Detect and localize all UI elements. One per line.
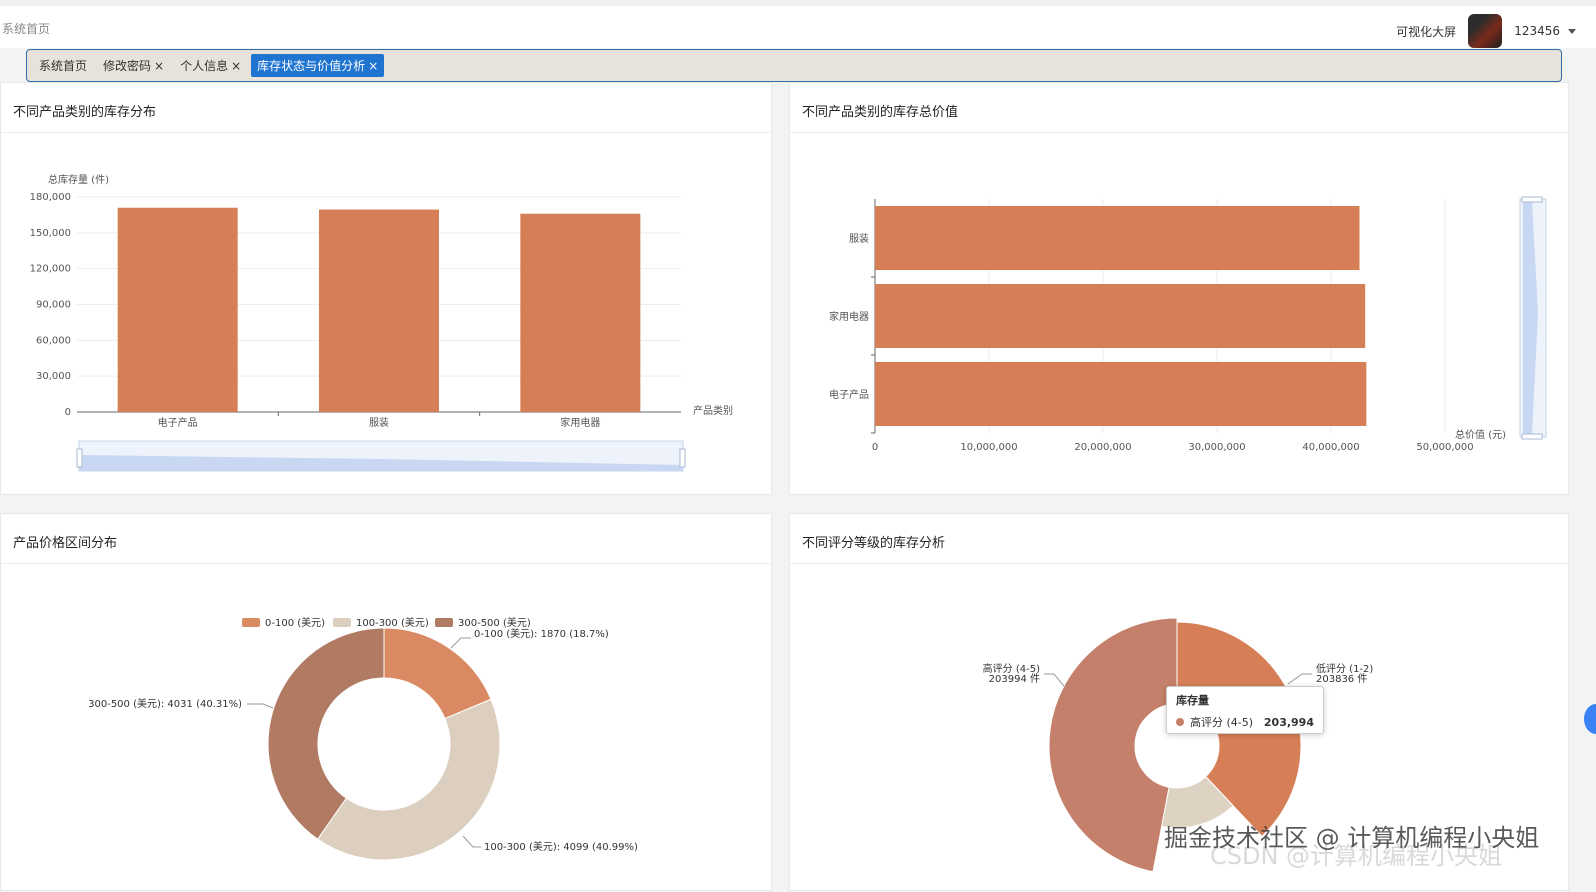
bar — [875, 206, 1360, 270]
y-tick-label: 30,000 — [36, 371, 71, 382]
legend-label: 0-100 (美元) — [265, 616, 325, 629]
slice-value: 203836 件 — [1316, 673, 1367, 685]
x-tick-label: 50,000,000 — [1416, 442, 1473, 453]
y-tick-label: 120,000 — [30, 264, 71, 275]
bar — [875, 362, 1367, 426]
top-bar: 系统首页 可视化大屏 123456 — [0, 0, 1596, 48]
legend-label: 100-300 (美元) — [356, 616, 429, 629]
tab-profile[interactable]: 个人信息 × — [174, 54, 247, 77]
x-axis-label: 总价值 (元) — [1455, 428, 1506, 441]
card-price-range: 产品价格区间分布 0-100 (美元) 100-300 (美元) 300-500 (… — [0, 513, 772, 891]
tooltip-title: 库存量 — [1176, 694, 1209, 707]
slice-label: 100-300 (美元): 4099 (40.99%) — [484, 840, 638, 853]
label-line — [450, 637, 471, 649]
zoom-handle-right — [679, 448, 686, 468]
tab-label: 系统首页 — [39, 59, 88, 73]
x-tick-label: 服装 — [369, 416, 389, 429]
chart-tooltip: 库存量 高评分 (4-5) 203,994 — [1166, 686, 1324, 734]
caret-down-icon — [1568, 28, 1576, 34]
legend-label: 300-500 (美元) — [458, 616, 531, 629]
breadcrumb[interactable]: 系统首页 — [2, 20, 50, 37]
legend-swatch — [435, 618, 453, 627]
tab-label: 个人信息 — [180, 59, 229, 73]
tab-label: 修改密码 — [103, 59, 152, 73]
user-menu[interactable]: 123456 — [1514, 24, 1576, 38]
zoom-handle-left — [76, 448, 83, 468]
y-tick-label: 服装 — [849, 232, 869, 245]
x-tick-label: 0 — [872, 442, 878, 453]
tooltip-row: 高评分 (4-5) 203,994 — [1176, 714, 1314, 730]
hbar-chart-value: 0 10,000,000 20,000,000 30,000,000 40,000,00… — [829, 196, 1547, 453]
card-category-inventory: 不同产品类别的库存分布 总库存量 (件) 0 30,000 60,000 90,000 1… — [0, 82, 772, 495]
slice-value: 203994 件 — [989, 673, 1040, 685]
avatar[interactable] — [1468, 14, 1503, 48]
slice-label: 300-500 (美元): 4031 (40.31%) — [88, 697, 242, 710]
y-axis-label: 总库存量 (件) — [48, 173, 109, 186]
legend-swatch — [333, 618, 351, 627]
x-tick-label: 电子产品 — [158, 416, 198, 429]
bar — [319, 209, 439, 412]
tooltip-value: 203,994 — [1263, 715, 1314, 729]
y-tick-label: 180,000 — [30, 192, 71, 203]
x-axis-label: 产品类别 — [693, 404, 733, 417]
slice-label: 0-100 (美元): 1870 (18.7%) — [474, 627, 609, 640]
tab-home[interactable]: 系统首页 — [33, 54, 93, 77]
bar — [520, 213, 641, 412]
visual-screen-link[interactable]: 可视化大屏 — [1396, 23, 1456, 40]
bar-chart-inventory: 总库存量 (件) 0 30,000 60,000 90,000 120,000 150,00… — [30, 173, 733, 472]
bar — [875, 284, 1366, 348]
username: 123456 — [1514, 24, 1560, 38]
y-tick-label: 90,000 — [36, 300, 71, 311]
zoom-handle-bottom — [1521, 433, 1543, 440]
close-icon[interactable]: × — [231, 59, 241, 73]
pie-slice — [383, 627, 492, 720]
tags-view: 系统首页 修改密码 × 个人信息 × 库存状态与价值分析 × — [26, 49, 1562, 82]
y-tick-label: 家用电器 — [829, 310, 869, 323]
label-line — [247, 703, 274, 709]
bar — [117, 207, 238, 412]
y-tick-label: 60,000 — [36, 335, 71, 346]
label-line — [1287, 673, 1312, 685]
close-icon[interactable]: × — [154, 59, 164, 73]
x-tick-label: 家用电器 — [560, 416, 600, 429]
close-icon[interactable]: × — [368, 59, 378, 73]
legend-swatch — [242, 618, 260, 627]
x-tick-label: 20,000,000 — [1074, 442, 1131, 453]
x-tick-label: 10,000,000 — [960, 442, 1017, 453]
label-line — [462, 835, 481, 848]
x-tick-label: 30,000,000 — [1188, 442, 1245, 453]
watermark-juejin: 掘金技术社区 @ 计算机编程小央姐 — [1164, 824, 1540, 852]
x-tick-label: 40,000,000 — [1302, 442, 1359, 453]
y-tick-label: 150,000 — [30, 228, 71, 239]
zoom-handle-top — [1521, 196, 1543, 203]
y-tick-label: 电子产品 — [829, 388, 869, 401]
header-right: 可视化大屏 123456 — [1396, 14, 1576, 48]
y-tick-label: 0 — [65, 407, 71, 418]
tab-inventory-analysis[interactable]: 库存状态与价值分析 × — [251, 54, 385, 77]
tab-label: 库存状态与价值分析 — [257, 59, 366, 73]
rose-slice-high — [1048, 617, 1178, 873]
tooltip-label: 高评分 (4-5) — [1190, 716, 1254, 729]
tab-change-password[interactable]: 修改密码 × — [97, 54, 170, 77]
series-dot-icon — [1176, 718, 1184, 726]
floating-help-icon[interactable] — [1584, 704, 1596, 734]
donut-chart-price: 0-100 (美元) 100-300 (美元) 300-500 (美元)0-100 … — [88, 616, 638, 861]
card-category-value: 不同产品类别的库存总价值 0 10,000,000 20,000,000 30,000… — [789, 82, 1569, 495]
pie-slice — [316, 698, 501, 861]
label-line — [1044, 673, 1065, 687]
